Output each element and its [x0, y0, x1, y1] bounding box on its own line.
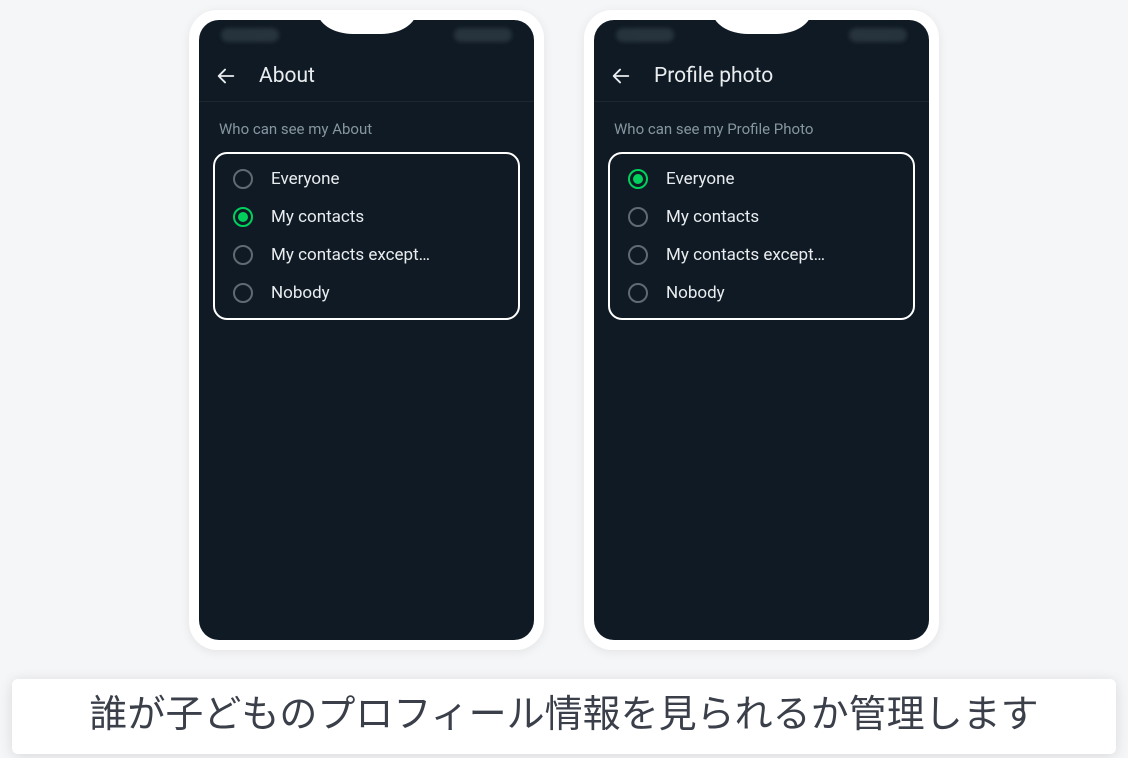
options-highlight-box: Everyone My contacts My contacts except…… — [608, 152, 915, 320]
phone-screen: About Who can see my About Everyone My c… — [199, 20, 534, 640]
section-label: Who can see my About — [199, 102, 534, 148]
radio-option-nobody[interactable]: Nobody — [610, 274, 913, 312]
radio-option-everyone[interactable]: Everyone — [215, 160, 518, 198]
radio-label: My contacts — [666, 207, 759, 227]
phone-mockup-about: About Who can see my About Everyone My c… — [189, 10, 544, 650]
phone-mockup-profile-photo: Profile photo Who can see my Profile Pho… — [584, 10, 939, 650]
options-highlight-box: Everyone My contacts My contacts except…… — [213, 152, 520, 320]
radio-icon — [233, 207, 253, 227]
radio-label: Everyone — [666, 169, 735, 189]
appbar-title: About — [259, 64, 315, 88]
radio-icon — [233, 283, 253, 303]
radio-option-everyone[interactable]: Everyone — [610, 160, 913, 198]
radio-icon — [628, 207, 648, 227]
caption-card: 誰が子どものプロフィール情報を見られるか管理します — [12, 679, 1116, 754]
status-right-blur — [849, 28, 907, 42]
phone-screen: Profile photo Who can see my Profile Pho… — [594, 20, 929, 640]
radio-label: Nobody — [666, 283, 725, 303]
radio-option-my-contacts[interactable]: My contacts — [610, 198, 913, 236]
radio-icon — [233, 169, 253, 189]
appbar-title: Profile photo — [654, 64, 773, 88]
radio-option-my-contacts[interactable]: My contacts — [215, 198, 518, 236]
radio-label: My contacts — [271, 207, 364, 227]
radio-icon — [233, 245, 253, 265]
radio-label: Nobody — [271, 283, 330, 303]
radio-label: My contacts except… — [271, 245, 430, 265]
radio-label: Everyone — [271, 169, 340, 189]
stage: About Who can see my About Everyone My c… — [0, 0, 1128, 758]
section-label: Who can see my Profile Photo — [594, 102, 929, 148]
app-bar: About — [199, 50, 534, 102]
status-left-blur — [221, 28, 279, 42]
radio-option-nobody[interactable]: Nobody — [215, 274, 518, 312]
radio-icon — [628, 245, 648, 265]
status-left-blur — [616, 28, 674, 42]
radio-label: My contacts except… — [666, 245, 825, 265]
radio-option-my-contacts-except[interactable]: My contacts except… — [215, 236, 518, 274]
back-arrow-icon[interactable] — [215, 65, 237, 87]
radio-option-my-contacts-except[interactable]: My contacts except… — [610, 236, 913, 274]
radio-icon — [628, 283, 648, 303]
app-bar: Profile photo — [594, 50, 929, 102]
caption-text: 誰が子どものプロフィール情報を見られるか管理します — [32, 691, 1096, 740]
radio-icon — [628, 169, 648, 189]
status-right-blur — [454, 28, 512, 42]
back-arrow-icon[interactable] — [610, 65, 632, 87]
